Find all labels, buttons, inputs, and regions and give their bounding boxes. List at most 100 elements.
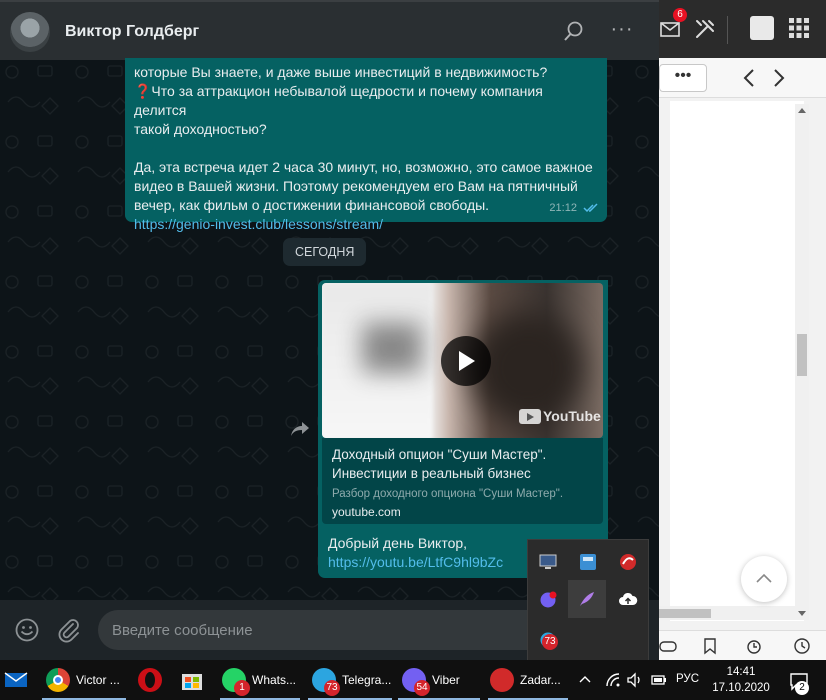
unread-badge: 73 <box>324 680 340 696</box>
monitor-tray-icon[interactable] <box>534 548 562 576</box>
chevron-up-icon[interactable] <box>576 671 594 689</box>
emoji-icon[interactable] <box>14 617 40 643</box>
toolbar-divider <box>727 16 728 44</box>
message-link[interactable]: https://youtu.be/LtfC9hl9bZc <box>328 553 503 572</box>
cloud-upload-tray-icon[interactable] <box>614 586 642 614</box>
telegram-icon: 73 <box>312 668 340 696</box>
horizontal-scrollbar[interactable] <box>659 606 795 620</box>
menu-dots-icon[interactable]: ··· <box>610 19 634 44</box>
mail-icon <box>4 672 28 687</box>
system-clock[interactable]: 14:41 17.10.2020 <box>710 664 772 696</box>
contact-avatar[interactable] <box>10 12 50 52</box>
taskbar-app-zadarma[interactable]: Zadar... <box>490 660 561 700</box>
message-outgoing[interactable]: которые Вы знаете, и даже выше инвестици… <box>125 58 607 232</box>
message-text: Добрый день Виктор, <box>328 535 468 551</box>
viber-tray-icon[interactable] <box>534 586 562 614</box>
taskbar-app-chrome[interactable]: Victor ... <box>46 660 120 700</box>
apps-grid-icon[interactable] <box>787 16 811 40</box>
paperclip-icon[interactable] <box>56 617 82 643</box>
browser-content <box>670 101 804 621</box>
bookmark-icon[interactable] <box>701 637 719 655</box>
tray-overflow-popup: 73 <box>527 539 649 661</box>
forward-arrow-icon[interactable] <box>769 66 789 90</box>
browser-toolbar: 6 <box>659 0 826 58</box>
battery-icon[interactable] <box>650 671 668 689</box>
whatsapp-icon: 1 <box>222 668 250 696</box>
tools-icon[interactable] <box>693 17 717 41</box>
scroll-down-arrow-icon[interactable] <box>798 611 806 616</box>
taskbar-app-label: Viber <box>432 673 460 687</box>
read-receipt-icon <box>583 203 598 213</box>
message-input[interactable] <box>98 610 568 650</box>
message-text: такой доходностью? <box>134 121 267 137</box>
message-outgoing[interactable]: YouTube Доходный опцион "Суши Мастер". И… <box>318 280 608 578</box>
message-text: которые Вы знаете, и даже выше инвестици… <box>134 64 548 80</box>
clock-time: 14:41 <box>726 666 756 678</box>
store-icon <box>182 674 202 690</box>
video-thumbnail[interactable]: YouTube <box>322 283 603 438</box>
message-text: ❓Что за аттракцион небывалой щедрости и … <box>134 83 543 118</box>
scrollbar-thumb[interactable] <box>797 334 807 376</box>
mail-count-badge: 6 <box>673 8 687 22</box>
notification-count-badge: 2 <box>795 681 809 695</box>
taskbar-app-store[interactable] <box>180 660 204 700</box>
message-text-block: Добрый день Виктор, https://youtu.be/Ltf… <box>328 534 503 572</box>
chat-header: Виктор Голдберг ··· <box>0 0 659 60</box>
more-options-button[interactable]: ••• <box>659 64 707 92</box>
play-button[interactable] <box>441 336 491 386</box>
taskbar-app-label: Victor ... <box>76 673 120 687</box>
browser-navbar: ••• <box>659 58 826 98</box>
taskbar-app-whatsapp[interactable]: 1 Whats... <box>222 660 296 700</box>
taskbar-app-opera[interactable] <box>138 660 168 700</box>
forward-icon[interactable] <box>288 418 312 440</box>
taskbar-mail[interactable] <box>4 660 28 700</box>
scroll-to-top-button[interactable] <box>741 556 787 602</box>
date-divider: СЕГОДНЯ <box>283 238 367 266</box>
vertical-scrollbar[interactable] <box>795 104 809 620</box>
message-text: вечер, как фильм о достижении финансовой… <box>134 197 490 213</box>
zadarma-tray-icon[interactable] <box>614 548 642 576</box>
alarm-clock-icon[interactable] <box>745 637 763 655</box>
wifi-icon[interactable] <box>604 671 622 689</box>
back-arrow-icon[interactable] <box>739 66 759 90</box>
input-language[interactable]: РУС <box>676 673 699 685</box>
link-preview-description: Разбор доходного опциона "Суши Мастер". <box>332 488 564 500</box>
message-link[interactable]: https://genio-invest.club/lessons/stream… <box>134 216 383 232</box>
taskbar-app-label: Zadar... <box>520 673 561 687</box>
viber-icon: 54 <box>402 668 430 696</box>
taskbar-app-viber[interactable]: 54 Viber <box>402 660 460 700</box>
link-preview-title: Доходный опцион "Суши Мастер". Инвестици… <box>332 447 547 481</box>
search-icon[interactable] <box>562 20 586 44</box>
play-icon <box>459 351 475 371</box>
link-preview-card[interactable]: Доходный опцион "Суши Мастер". Инвестици… <box>322 438 603 524</box>
volume-icon[interactable] <box>626 671 644 689</box>
zadarma-icon <box>490 668 514 692</box>
message-text: Да, эта встреча идет 2 часа 30 минут, но… <box>134 159 593 175</box>
message-text: видео в Вашей жизни. Поэтому рекомендуем… <box>134 178 578 194</box>
chevron-up-icon <box>756 573 772 583</box>
message-time: 21:12 <box>549 202 577 214</box>
browser-window: 6 ••• <box>659 0 826 660</box>
taskbar-app-label: Telegra... <box>342 673 392 687</box>
youtube-logo: YouTube <box>519 407 601 426</box>
clock-date: 17.10.2020 <box>712 682 770 694</box>
scroll-up-arrow-icon[interactable] <box>798 108 806 113</box>
chrome-icon <box>46 668 70 692</box>
history-icon[interactable] <box>793 637 811 655</box>
contact-name[interactable]: Виктор Голдберг <box>65 23 199 41</box>
telegram-tray-icon[interactable]: 73 <box>534 626 562 654</box>
taskbar-app-label: Whats... <box>252 673 297 687</box>
calculator-tray-icon[interactable] <box>574 548 602 576</box>
opera-icon <box>138 668 162 692</box>
feather-tray-icon[interactable] <box>568 580 606 618</box>
gamepad-icon[interactable] <box>659 637 677 655</box>
telegram-tray-badge: 73 <box>542 634 558 650</box>
scrollbar-thumb[interactable] <box>659 609 711 618</box>
unread-badge: 54 <box>414 680 430 696</box>
profile-avatar[interactable] <box>750 16 774 40</box>
windows-taskbar: Victor ... 1 Whats... 73 Telegra... 54 V… <box>0 660 826 700</box>
link-preview-domain: youtube.com <box>332 505 401 519</box>
browser-bottom-toolbar <box>659 630 826 660</box>
taskbar-app-telegram[interactable]: 73 Telegra... <box>312 660 391 700</box>
unread-badge: 1 <box>234 680 250 696</box>
